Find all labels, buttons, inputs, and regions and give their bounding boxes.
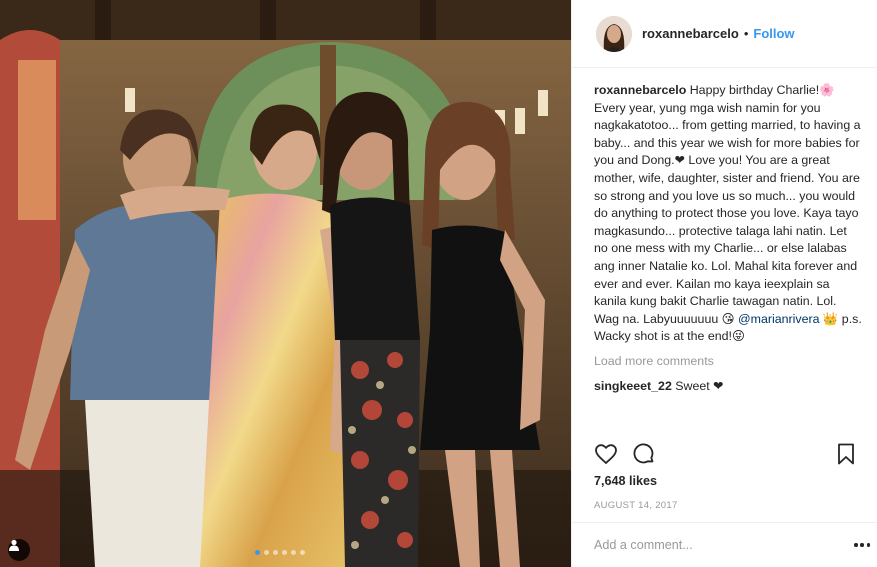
avatar[interactable] — [596, 15, 632, 52]
carousel-dot[interactable] — [255, 550, 260, 555]
comment-username[interactable]: singkeeet_22 — [594, 379, 672, 393]
user-silhouette-icon — [9, 539, 19, 551]
follow-button[interactable]: Follow — [753, 26, 794, 41]
more-dot — [866, 543, 870, 547]
group-photo-illustration — [0, 0, 571, 567]
more-dot — [860, 543, 864, 547]
post-date: AUGUST 14, 2017 — [594, 500, 678, 511]
comment-text: Sweet ❤ — [671, 378, 724, 393]
post-sidebar: roxannebarcelo • Follow roxannebarcelo H… — [571, 0, 877, 567]
carousel-dot[interactable] — [282, 550, 287, 555]
post-header: roxannebarcelo • Follow — [572, 0, 877, 68]
header-username[interactable]: roxannebarcelo — [642, 26, 739, 41]
comment-icon-shape — [633, 443, 654, 464]
comment-icon[interactable] — [632, 442, 656, 466]
carousel-dot[interactable] — [264, 550, 269, 555]
heart-icon-shape — [595, 444, 617, 465]
header-separator: • — [743, 26, 749, 41]
post-caption: roxannebarcelo Happy birthday Charlie!🌸 … — [594, 82, 864, 346]
comment-item: singkeeet_22 Sweet ❤ — [594, 378, 864, 393]
comments-section: roxannebarcelo Happy birthday Charlie!🌸 … — [594, 82, 864, 393]
add-comment-bar — [572, 522, 877, 567]
post-actions — [594, 440, 858, 468]
carousel-dot[interactable] — [300, 550, 305, 555]
bookmark-icon-shape — [838, 443, 854, 465]
user-tag-icon[interactable] — [8, 539, 30, 561]
heart-icon[interactable] — [594, 442, 618, 466]
post-photo[interactable] — [0, 0, 571, 567]
carousel-indicator — [255, 550, 305, 555]
caption-mention-link[interactable]: @marianrivera — [738, 312, 819, 326]
load-more-comments-button[interactable]: Load more comments — [594, 354, 864, 368]
likes-count[interactable]: 7,648 likes — [594, 474, 657, 488]
more-dot — [854, 543, 858, 547]
bookmark-icon[interactable] — [834, 442, 858, 466]
caption-username[interactable]: roxannebarcelo — [594, 83, 686, 97]
comment-input[interactable] — [594, 535, 834, 555]
more-options-icon[interactable] — [854, 537, 870, 553]
carousel-dot[interactable] — [273, 550, 278, 555]
avatar-image — [596, 15, 632, 52]
carousel-dot[interactable] — [291, 550, 296, 555]
caption-text: Happy birthday Charlie!🌸 Every year, yun… — [594, 83, 861, 326]
